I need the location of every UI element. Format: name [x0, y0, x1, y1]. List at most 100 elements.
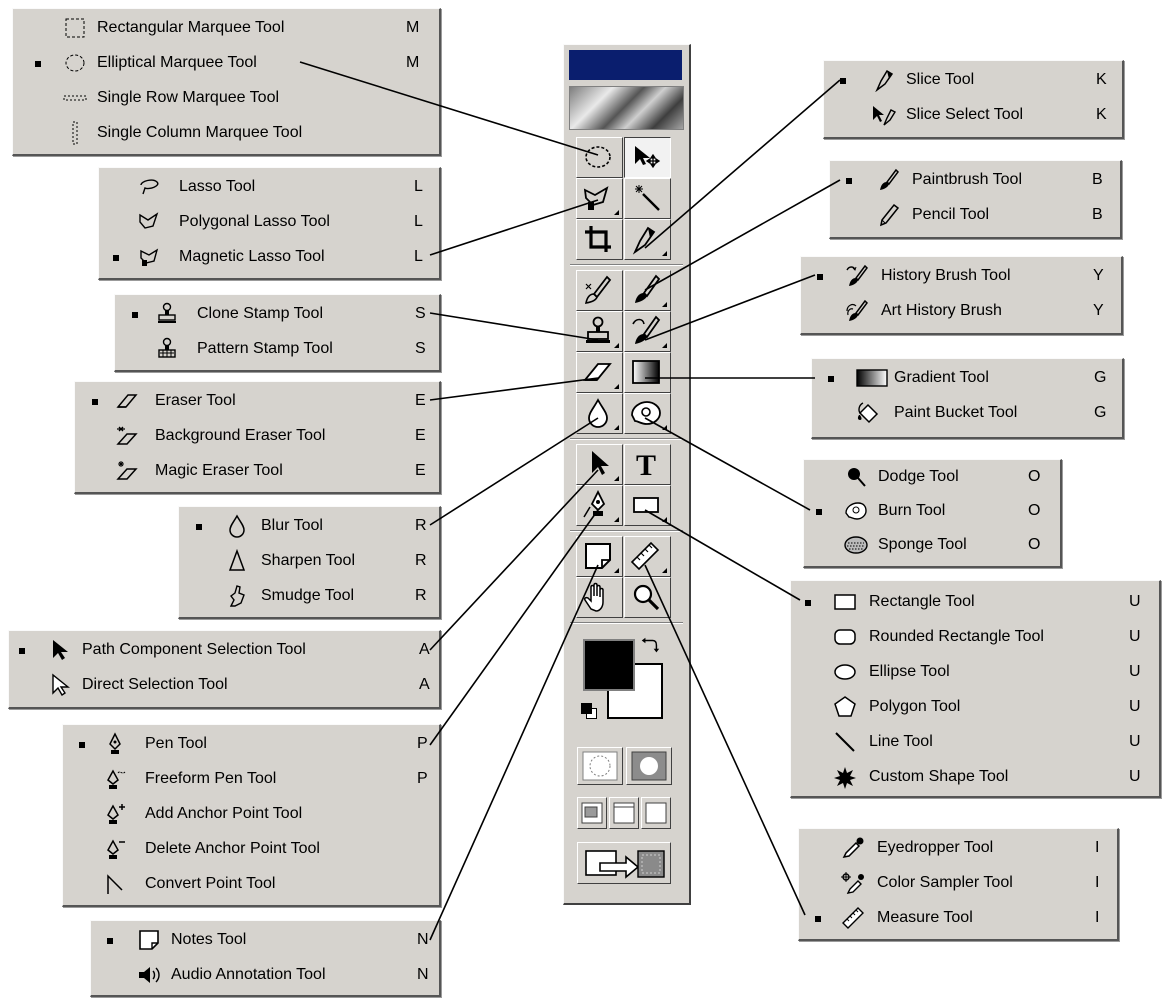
- menu-item-convert-point[interactable]: Convert Point Tool: [63, 867, 439, 901]
- burn-hand-icon: [631, 401, 661, 425]
- toolbox-divider: [570, 622, 683, 624]
- menu-item-freeform-pen[interactable]: Freeform Pen Tool P: [63, 762, 439, 796]
- menu-item-paint-bucket[interactable]: Paint Bucket Tool G: [812, 396, 1122, 430]
- clone-stamp-tool-button[interactable]: [576, 311, 623, 352]
- menu-item-label: Paint Bucket Tool: [894, 404, 1018, 421]
- menu-item-pattern-stamp[interactable]: Pattern Stamp Tool S: [115, 332, 439, 366]
- pen-tool-button[interactable]: [576, 485, 623, 526]
- menu-item-rectangular-marquee[interactable]: Rectangular Marquee Tool M: [13, 11, 439, 45]
- default-colors-icon[interactable]: [581, 703, 597, 719]
- burn-tool-button[interactable]: [624, 393, 671, 434]
- eraser-tool-button[interactable]: [576, 352, 623, 393]
- shape-tool-button[interactable]: [624, 485, 671, 526]
- menu-item-smudge[interactable]: Smudge Tool R: [179, 579, 439, 613]
- menu-item-eraser[interactable]: Eraser Tool E: [75, 384, 439, 418]
- notes-tool-button[interactable]: [576, 536, 623, 577]
- active-tool-bullet: [196, 524, 202, 530]
- shortcut-key: L: [414, 178, 423, 195]
- standard-screen-mode-button[interactable]: [577, 797, 607, 829]
- menu-item-notes[interactable]: Notes Tool N: [91, 923, 439, 957]
- menu-item-art-history-brush[interactable]: Art History Brush Y: [801, 294, 1121, 328]
- menu-item-slice-select[interactable]: Slice Select Tool K: [824, 98, 1122, 132]
- menu-item-measure[interactable]: Measure Tool I: [799, 901, 1117, 935]
- shortcut-key: B: [1092, 206, 1103, 223]
- menu-item-label: Add Anchor Point Tool: [145, 805, 303, 822]
- slice-select-icon: [873, 106, 896, 126]
- magic-wand-icon: [635, 185, 660, 211]
- standard-mode-icon: [582, 751, 618, 781]
- menu-item-single-column-marquee[interactable]: Single Column Marquee Tool: [13, 116, 439, 150]
- crop-tool-button[interactable]: [576, 219, 623, 260]
- menu-item-burn[interactable]: Burn Tool O: [804, 494, 1060, 528]
- menu-item-blur[interactable]: Blur Tool R: [179, 509, 439, 543]
- foreground-color-swatch[interactable]: [583, 639, 635, 691]
- menu-item-magnetic-lasso[interactable]: Magnetic Lasso Tool L: [99, 240, 439, 274]
- healing-brush-tool-button[interactable]: [576, 270, 623, 311]
- menu-item-add-anchor-point[interactable]: Add Anchor Point Tool: [63, 797, 439, 831]
- menu-item-rounded-rectangle[interactable]: Rounded Rectangle Tool U: [791, 620, 1159, 654]
- menu-item-audio-annotation[interactable]: Audio Annotation Tool N: [91, 958, 439, 992]
- menu-item-polygonal-lasso[interactable]: Polygonal Lasso Tool L: [99, 205, 439, 239]
- menu-item-magic-eraser[interactable]: Magic Eraser Tool E: [75, 454, 439, 488]
- menu-item-history-brush[interactable]: History Brush Tool Y: [801, 259, 1121, 293]
- shortcut-key: B: [1092, 171, 1103, 188]
- menu-item-label: Rectangular Marquee Tool: [97, 19, 285, 36]
- menu-item-line[interactable]: Line Tool U: [791, 725, 1159, 759]
- quick-mask-mode-button[interactable]: [626, 747, 672, 785]
- menu-item-background-eraser[interactable]: Background Eraser Tool E: [75, 419, 439, 453]
- menu-item-polygon[interactable]: Polygon Tool U: [791, 690, 1159, 724]
- paintbrush-icon: [635, 274, 661, 303]
- menu-item-elliptical-marquee[interactable]: Elliptical Marquee Tool M: [13, 46, 439, 80]
- menu-item-dodge[interactable]: Dodge Tool O: [804, 460, 1060, 494]
- menu-item-sponge[interactable]: Sponge Tool O: [804, 528, 1060, 562]
- jump-to-imageready-button[interactable]: [577, 842, 671, 884]
- menu-item-color-sampler[interactable]: Color Sampler Tool I: [799, 866, 1117, 900]
- magic-wand-tool-button[interactable]: [624, 178, 671, 219]
- active-tool-bullet: [113, 255, 119, 261]
- hand-tool-button[interactable]: [576, 577, 623, 618]
- menu-item-label: Audio Annotation Tool: [171, 966, 326, 983]
- menu-item-lasso[interactable]: Lasso Tool L: [99, 170, 439, 204]
- menu-item-path-component-selection[interactable]: Path Component Selection Tool A: [9, 633, 439, 667]
- menu-item-gradient[interactable]: Gradient Tool G: [812, 361, 1122, 395]
- swap-colors-icon[interactable]: [639, 635, 661, 657]
- menu-item-eyedropper[interactable]: Eyedropper Tool I: [799, 831, 1117, 865]
- full-screen-menu-mode-button[interactable]: [609, 797, 639, 829]
- menu-item-paintbrush[interactable]: Paintbrush Tool B: [830, 163, 1120, 197]
- menu-item-delete-anchor-point[interactable]: Delete Anchor Point Tool: [63, 832, 439, 866]
- menu-item-pen[interactable]: Pen Tool P: [63, 727, 439, 761]
- eyedropper-tool-button[interactable]: [624, 536, 671, 577]
- shortcut-key: N: [417, 966, 429, 983]
- path-selection-tool-button[interactable]: [576, 444, 623, 485]
- menu-item-clone-stamp[interactable]: Clone Stamp Tool S: [115, 297, 439, 331]
- paintbrush-tool-button[interactable]: [624, 270, 671, 311]
- flyout-indicator-icon: [614, 210, 619, 215]
- marquee-tool-button[interactable]: [576, 137, 623, 178]
- full-screen-mode-button[interactable]: [641, 797, 671, 829]
- menu-item-ellipse[interactable]: Ellipse Tool U: [791, 655, 1159, 689]
- history-brush-tool-button[interactable]: [624, 311, 671, 352]
- menu-item-rectangle[interactable]: Rectangle Tool U: [791, 585, 1159, 619]
- palette-title-bar[interactable]: [569, 50, 682, 80]
- zoom-tool-button[interactable]: [624, 577, 671, 618]
- menu-item-pencil[interactable]: Pencil Tool B: [830, 198, 1120, 232]
- menu-item-custom-shape[interactable]: Custom Shape Tool U: [791, 760, 1159, 794]
- menu-item-direct-selection[interactable]: Direct Selection Tool A: [9, 668, 439, 702]
- black-arrow-icon: [592, 451, 609, 475]
- standard-mode-button[interactable]: [577, 747, 623, 785]
- app-logo-eye[interactable]: [569, 86, 684, 130]
- type-tool-button[interactable]: T: [624, 444, 671, 485]
- lasso-tool-button[interactable]: [576, 178, 623, 219]
- menu-item-single-row-marquee[interactable]: Single Row Marquee Tool: [13, 81, 439, 115]
- gradient-tool-button[interactable]: [624, 352, 671, 393]
- blur-tool-button[interactable]: [576, 393, 623, 434]
- pen-nib-icon: [109, 732, 121, 754]
- move-tool-button[interactable]: [624, 137, 671, 178]
- menu-item-slice[interactable]: Slice Tool K: [824, 63, 1122, 97]
- menu-item-label: Convert Point Tool: [145, 875, 276, 892]
- menu-item-sharpen[interactable]: Sharpen Tool R: [179, 544, 439, 578]
- menu-item-label: Background Eraser Tool: [155, 427, 326, 444]
- slice-tool-button[interactable]: [624, 219, 671, 260]
- menu-item-label: Measure Tool: [877, 909, 973, 926]
- shortcut-key: G: [1094, 404, 1107, 421]
